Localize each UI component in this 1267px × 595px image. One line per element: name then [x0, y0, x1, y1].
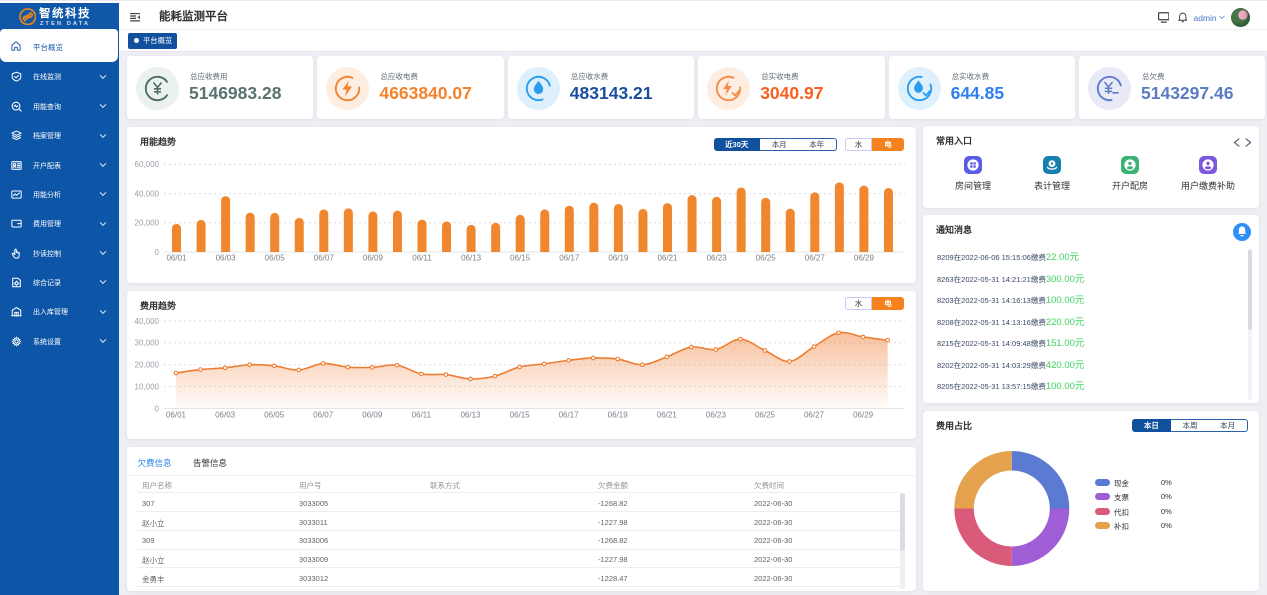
svg-text:06/03: 06/03 [216, 254, 237, 263]
svg-text:06/01: 06/01 [166, 254, 187, 263]
svg-text:06/09: 06/09 [363, 254, 384, 263]
svg-text:06/11: 06/11 [412, 254, 432, 263]
svg-text:06/03: 06/03 [215, 411, 236, 420]
svg-text:06/29: 06/29 [853, 411, 874, 420]
svg-text:06/05: 06/05 [264, 411, 285, 420]
svg-text:06/07: 06/07 [313, 411, 334, 420]
svg-text:06/23: 06/23 [706, 411, 727, 420]
svg-text:06/19: 06/19 [608, 254, 629, 263]
svg-text:06/13: 06/13 [461, 254, 482, 263]
svg-text:06/29: 06/29 [854, 254, 875, 263]
svg-text:40,000: 40,000 [135, 317, 160, 326]
svg-text:06/19: 06/19 [608, 411, 629, 420]
svg-text:06/15: 06/15 [510, 254, 531, 263]
svg-text:06/01: 06/01 [166, 411, 187, 420]
svg-text:06/15: 06/15 [510, 411, 531, 420]
svg-text:06/11: 06/11 [412, 411, 432, 420]
svg-text:0: 0 [155, 248, 160, 257]
svg-text:06/27: 06/27 [805, 254, 826, 263]
svg-text:06/21: 06/21 [657, 254, 678, 263]
svg-text:40,000: 40,000 [135, 189, 160, 198]
svg-text:06/27: 06/27 [804, 411, 825, 420]
svg-text:0: 0 [155, 404, 160, 413]
svg-text:06/17: 06/17 [559, 254, 580, 263]
svg-text:20,000: 20,000 [135, 219, 160, 228]
svg-text:06/25: 06/25 [755, 411, 776, 420]
svg-text:06/23: 06/23 [707, 254, 728, 263]
svg-text:30,000: 30,000 [135, 339, 160, 348]
svg-text:06/25: 06/25 [756, 254, 777, 263]
svg-text:10,000: 10,000 [135, 382, 160, 391]
svg-text:06/21: 06/21 [657, 411, 678, 420]
svg-text:06/07: 06/07 [314, 254, 335, 263]
svg-text:06/09: 06/09 [362, 411, 383, 420]
svg-text:20,000: 20,000 [135, 361, 160, 370]
svg-text:06/13: 06/13 [460, 411, 481, 420]
svg-text:06/05: 06/05 [265, 254, 286, 263]
svg-text:06/17: 06/17 [559, 411, 580, 420]
svg-text:60,000: 60,000 [135, 160, 160, 169]
